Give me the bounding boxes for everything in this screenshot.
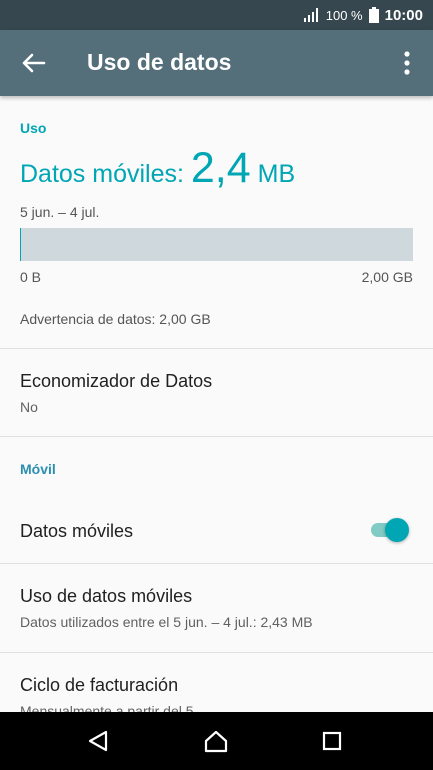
usage-period: 5 jun. – 4 jul. bbox=[20, 204, 100, 220]
section-header-movil: Móvil bbox=[20, 461, 56, 477]
divider bbox=[0, 436, 433, 437]
clock: 10:00 bbox=[384, 6, 423, 24]
mobile-data-usage-item[interactable]: Uso de datos móviles Datos utilizados en… bbox=[0, 564, 433, 652]
mobile-data-total-value: 2,4 bbox=[190, 144, 251, 192]
status-bar: 100 % 10:00 bbox=[0, 0, 433, 30]
battery-icon bbox=[368, 7, 379, 23]
app-toolbar: Uso de datos bbox=[0, 30, 433, 96]
data-warning: Advertencia de datos: 2,00 GB bbox=[20, 311, 211, 327]
usage-progress-bar bbox=[20, 228, 413, 261]
page-title: Uso de datos bbox=[87, 49, 232, 75]
signal-icon bbox=[303, 8, 320, 22]
arrow-back-icon[interactable] bbox=[20, 50, 48, 76]
navigation-bar bbox=[0, 712, 433, 770]
mobile-data-total-unit: MB bbox=[250, 160, 296, 188]
mobile-data-usage-subtitle: Datos utilizados entre el 5 jun. – 4 jul… bbox=[20, 614, 313, 630]
mobile-data-total-label: Datos móviles: bbox=[20, 160, 191, 188]
more-vert-icon[interactable] bbox=[399, 50, 415, 76]
data-saver-value: No bbox=[20, 399, 38, 415]
billing-cycle-subtitle: Mensualmente a partir del 5 bbox=[20, 703, 194, 712]
mobile-data-total: Datos móviles: 2,4 MB bbox=[20, 144, 295, 193]
mobile-data-toggle-label: Datos móviles bbox=[20, 521, 134, 541]
back-triangle-icon[interactable] bbox=[83, 727, 113, 755]
data-saver-title: Economizador de Datos bbox=[20, 371, 213, 391]
section-header-uso: Uso bbox=[20, 120, 47, 136]
mobile-data-switch[interactable] bbox=[367, 517, 411, 543]
mobile-data-toggle-item[interactable]: Datos móviles bbox=[0, 500, 433, 562]
usage-bar-max: 2,00 GB bbox=[361, 269, 413, 285]
battery-percent: 100 % bbox=[325, 7, 363, 23]
billing-cycle-title: Ciclo de facturación bbox=[20, 675, 179, 695]
usage-bar-min: 0 B bbox=[20, 269, 42, 285]
home-circle-icon[interactable] bbox=[201, 727, 231, 755]
data-saver-item[interactable]: Economizador de Datos No bbox=[0, 349, 433, 436]
settings-list[interactable]: Uso Datos móviles: 2,4 MB 5 jun. – 4 jul… bbox=[0, 96, 433, 712]
billing-cycle-item[interactable]: Ciclo de facturación Mensualmente a part… bbox=[0, 653, 433, 712]
recents-square-icon[interactable] bbox=[317, 727, 347, 755]
switch-thumb bbox=[385, 518, 409, 542]
mobile-data-usage-title: Uso de datos móviles bbox=[20, 586, 193, 606]
